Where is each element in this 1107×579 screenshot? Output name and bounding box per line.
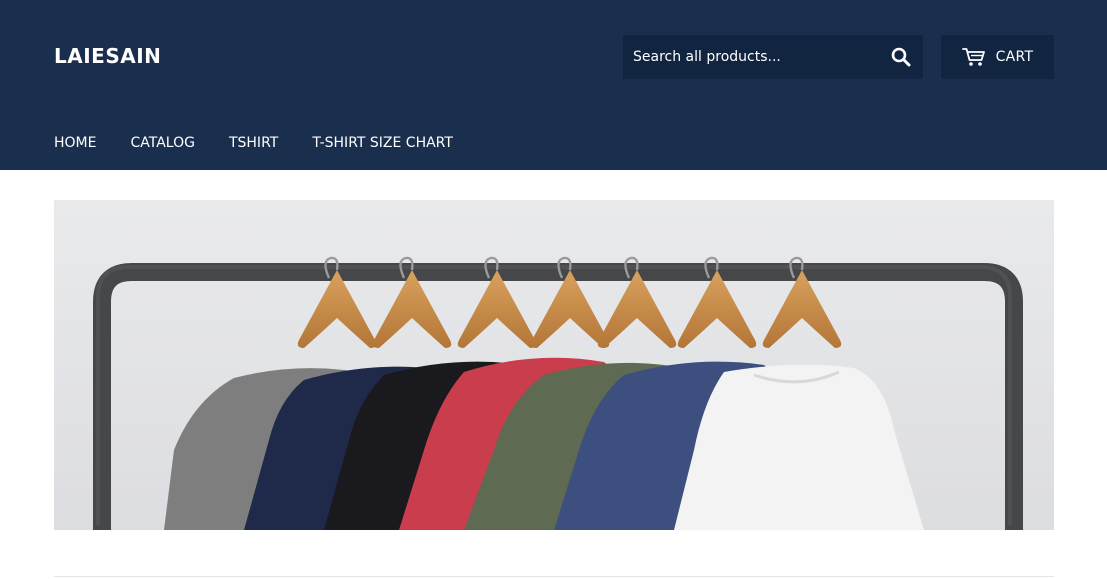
nav-item-catalog[interactable]: CATALOG [130, 135, 194, 151]
search-button[interactable] [879, 35, 923, 79]
search-form [623, 35, 923, 79]
main-nav: HOME CATALOG TSHIRT T-SHIRT SIZE CHART [54, 135, 487, 151]
hero-banner[interactable] [54, 200, 1054, 530]
cart-button[interactable]: CART [941, 35, 1054, 79]
site-header: LAIESAIN CART HOME CATALOG TSHIRT T-SHIR… [0, 0, 1107, 170]
search-icon [891, 47, 911, 67]
section-divider [54, 576, 1054, 577]
nav-item-home[interactable]: HOME [54, 135, 96, 151]
site-logo[interactable]: LAIESAIN [54, 44, 161, 68]
nav-item-size-chart[interactable]: T-SHIRT SIZE CHART [312, 135, 453, 151]
search-input[interactable] [623, 35, 879, 79]
cart-label: CART [995, 49, 1034, 65]
hero-image [54, 200, 1054, 530]
nav-item-tshirt[interactable]: TSHIRT [229, 135, 278, 151]
cart-icon [961, 48, 985, 66]
